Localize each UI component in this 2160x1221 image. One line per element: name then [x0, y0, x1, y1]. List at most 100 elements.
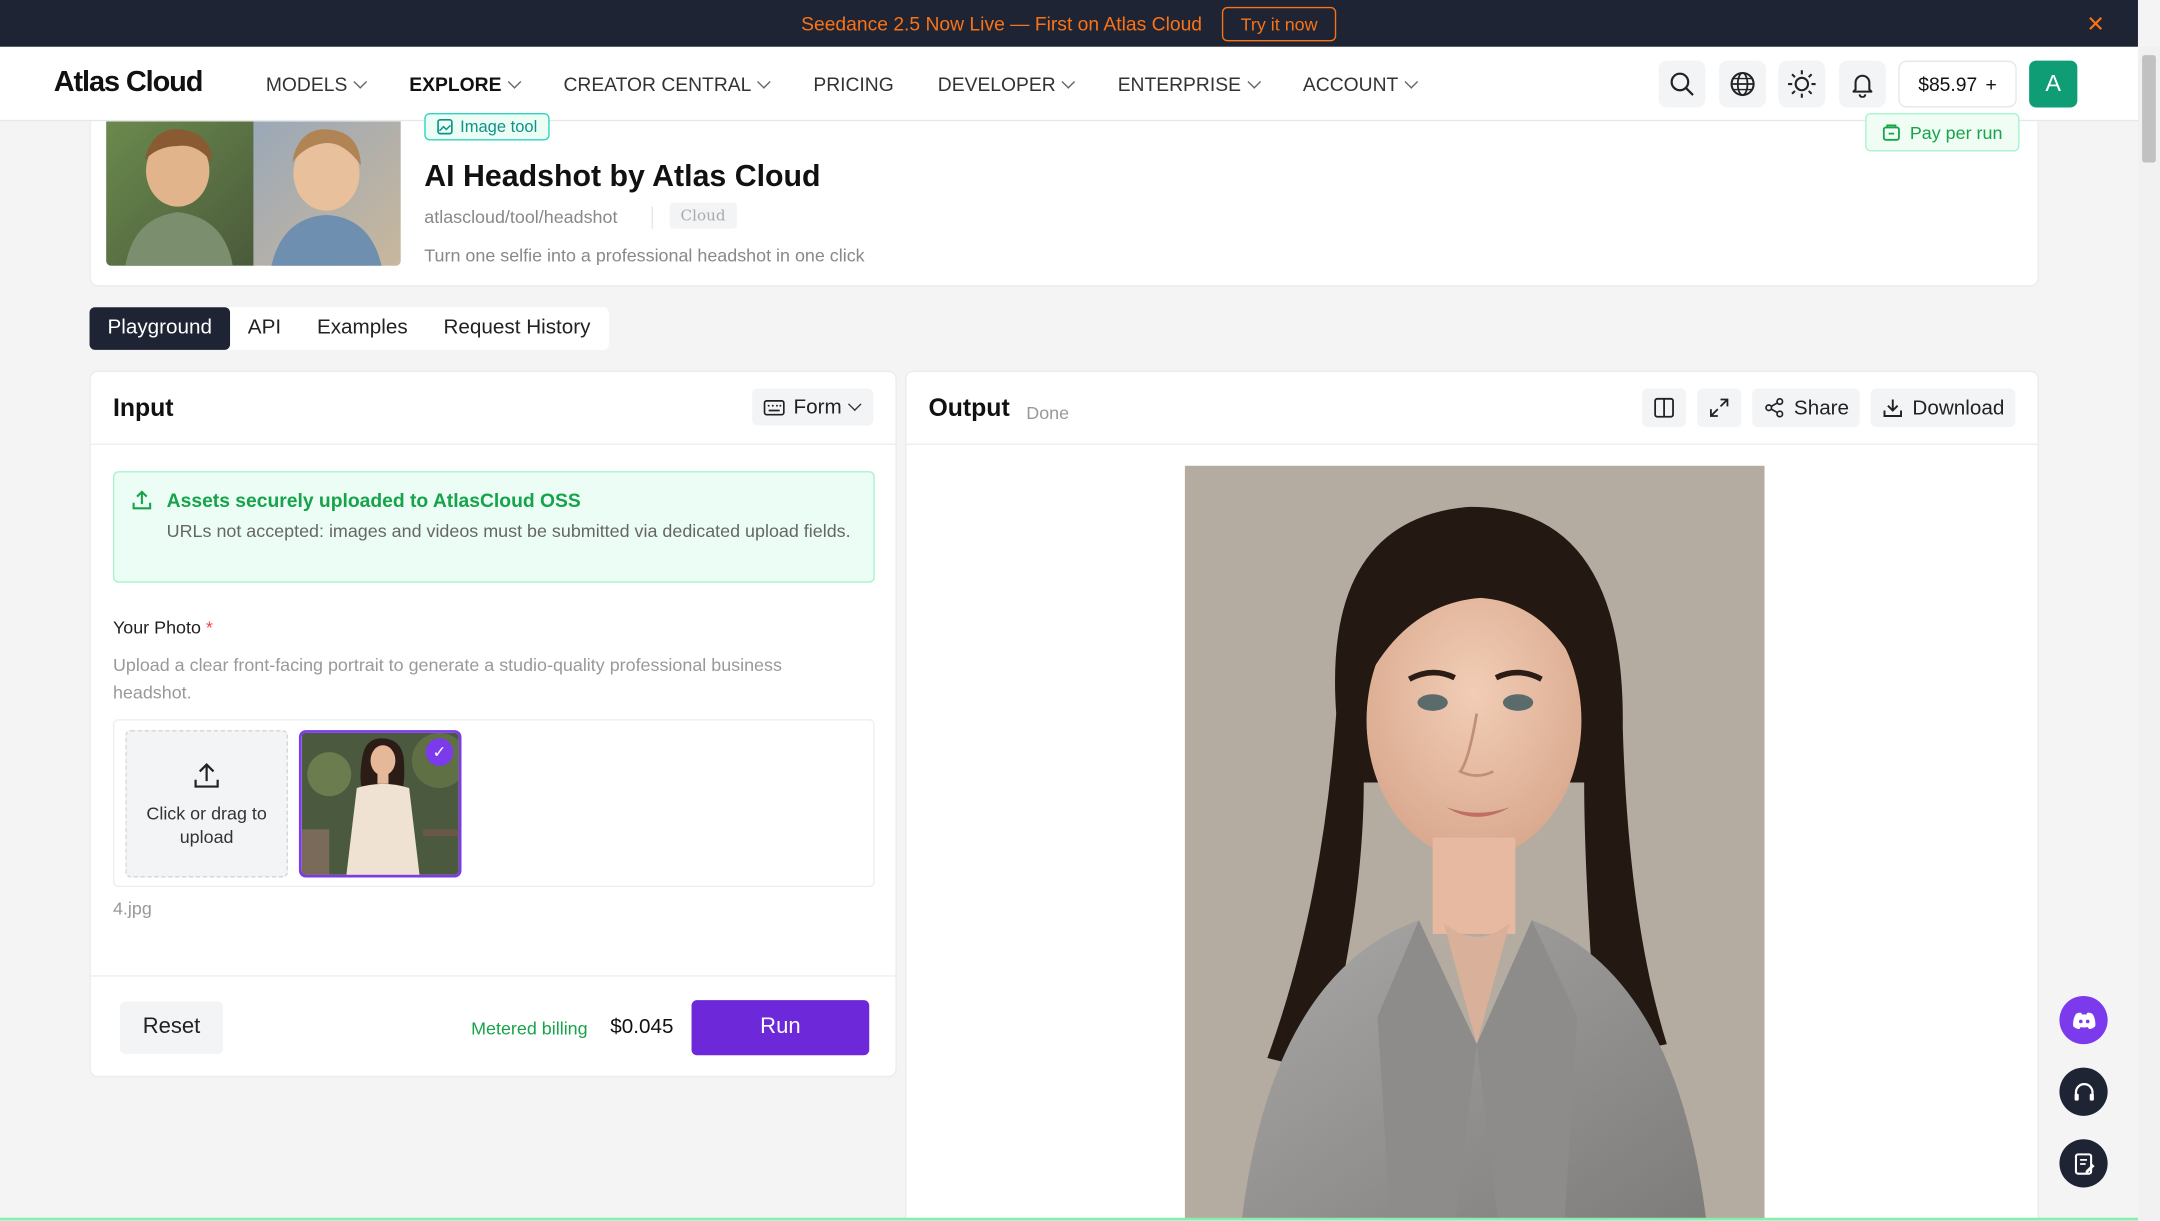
keyboard-icon — [763, 399, 785, 415]
tab-examples[interactable]: Examples — [299, 307, 426, 350]
photo-upload-area: Click or drag to upload ✓ — [112, 719, 875, 888]
logo[interactable]: Atlas Cloud — [54, 66, 204, 99]
download-button[interactable]: Download — [1871, 388, 2016, 428]
model-thumbnail — [106, 121, 401, 266]
input-panel-footer: Reset Metered billing $0.045 Run — [90, 975, 896, 1078]
nav-item-label: DEVELOPER — [937, 73, 1056, 96]
upload-label: Click or drag to upload — [146, 802, 267, 847]
required-mark: * — [205, 617, 213, 638]
output-title: Output — [928, 393, 1010, 422]
selected-check-icon: ✓ — [425, 738, 454, 766]
top-nav: Atlas Cloud MODELS EXPLORE CREATOR CENTR… — [0, 46, 2138, 122]
pay-per-run-label: Pay per run — [1909, 121, 2003, 143]
chevron-down-icon — [1061, 74, 1076, 89]
image-icon — [437, 119, 453, 135]
page-title: AI Headshot by Atlas Cloud — [424, 158, 821, 193]
chevron-down-icon — [1404, 74, 1419, 89]
nav-item-account[interactable]: ACCOUNT — [1302, 73, 1419, 96]
nav-item-label: PRICING — [813, 73, 894, 96]
upload-dropzone[interactable]: Click or drag to upload — [125, 730, 288, 878]
try-it-now-button[interactable]: Try it now — [1221, 6, 1337, 41]
nav-item-enterprise[interactable]: ENTERPRISE — [1117, 73, 1261, 96]
fullscreen-button[interactable] — [1697, 388, 1742, 428]
file-name: 4.jpg — [112, 898, 152, 919]
chevron-down-icon — [507, 74, 522, 89]
photo-help-text: Upload a clear front-facing portrait to … — [112, 654, 782, 703]
nav-item-explore[interactable]: EXPLORE — [409, 73, 522, 96]
model-path[interactable]: atlascloud/tool/headshot — [424, 207, 617, 228]
model-description: Turn one selfie into a professional head… — [424, 245, 865, 266]
output-panel-header: Output Done Share Download — [906, 372, 2038, 445]
share-label: Share — [1793, 396, 1850, 420]
nav-menu: MODELS EXPLORE CREATOR CENTRAL PRICING D… — [266, 47, 1460, 121]
uploaded-photo-thumbnail[interactable]: ✓ — [298, 730, 462, 878]
add-funds-icon: + — [1985, 73, 1997, 96]
tab-playground[interactable]: Playground — [89, 307, 230, 350]
your-photo-label: Your Photo * — [113, 617, 213, 638]
globe-icon[interactable] — [1719, 60, 1767, 108]
headset-icon — [2073, 1082, 2094, 1100]
chevron-down-icon — [353, 74, 368, 89]
input-panel-header: Input Form — [90, 372, 896, 445]
download-icon — [1883, 399, 1903, 417]
upload-icon — [194, 762, 219, 787]
scrollbar[interactable] — [2137, 46, 2160, 1221]
notice-body: URLs not accepted: images and videos mus… — [166, 520, 851, 542]
feedback-button[interactable] — [2059, 1139, 2108, 1188]
output-toolbar: Share Download — [1642, 388, 2016, 428]
page: Seedance 2.5 Now Live — First on Atlas C… — [0, 0, 2160, 1221]
nav-item-label: ENTERPRISE — [1117, 73, 1241, 96]
tab-bar: Playground API Examples Request History — [89, 307, 609, 350]
chevron-down-icon — [847, 397, 862, 412]
nav-item-label: CREATOR CENTRAL — [563, 73, 752, 96]
avatar[interactable]: A — [2029, 60, 2078, 108]
nav-item-label: ACCOUNT — [1302, 73, 1399, 96]
bottom-border — [0, 1217, 2138, 1221]
divider — [651, 206, 653, 229]
scrollbar-thumb[interactable] — [2142, 55, 2156, 163]
bell-icon[interactable] — [1839, 60, 1886, 108]
output-image[interactable] — [1184, 465, 1765, 1221]
pay-per-run-badge: Pay per run — [1865, 112, 2020, 152]
output-status: Done — [1026, 402, 1070, 423]
balance-button[interactable]: $85.97 + — [1898, 60, 2017, 108]
run-button[interactable]: Run — [691, 1000, 870, 1056]
nav-item-label: EXPLORE — [409, 73, 502, 96]
form-label: Form — [793, 395, 842, 419]
nav-item-developer[interactable]: DEVELOPER — [937, 73, 1076, 96]
tab-api[interactable]: API — [230, 307, 299, 350]
download-label: Download — [1912, 396, 2005, 420]
badge-label: Image tool — [460, 117, 538, 137]
input-panel: Input Form Assets securely uploaded to A… — [89, 370, 897, 1078]
chevron-down-icon — [757, 74, 772, 89]
discord-button[interactable] — [2059, 995, 2108, 1045]
wallet-icon — [1883, 124, 1901, 141]
reset-button[interactable]: Reset — [119, 1001, 224, 1054]
form-mode-select[interactable]: Form — [752, 388, 874, 426]
nav-item-models[interactable]: MODELS — [266, 73, 368, 95]
split-view-button[interactable] — [1642, 388, 1687, 428]
metered-billing-label: Metered billing — [471, 1018, 588, 1039]
close-icon[interactable]: ✕ — [2086, 11, 2104, 39]
note-edit-icon — [2074, 1152, 2094, 1175]
upload-notice: Assets securely uploaded to AtlasCloud O… — [112, 471, 875, 583]
field-label: Your Photo — [112, 617, 201, 638]
sun-icon[interactable] — [1778, 60, 1826, 108]
share-button[interactable]: Share — [1752, 388, 1861, 428]
discord-icon — [2072, 1011, 2095, 1029]
columns-icon — [1654, 397, 1675, 418]
search-icon[interactable] — [1658, 60, 1706, 108]
nav-item-creator-central[interactable]: CREATOR CENTRAL — [563, 73, 772, 96]
notice-title: Assets securely uploaded to AtlasCloud O… — [166, 489, 581, 512]
upload-icon — [132, 490, 152, 510]
support-button[interactable] — [2059, 1067, 2108, 1116]
nav-item-pricing[interactable]: PRICING — [813, 73, 893, 95]
tab-request-history[interactable]: Request History — [426, 307, 609, 350]
balance-amount: $85.97 — [1918, 73, 1978, 96]
announcement-bar: Seedance 2.5 Now Live — First on Atlas C… — [0, 0, 2138, 47]
expand-icon — [1710, 398, 1729, 417]
share-icon — [1765, 397, 1784, 418]
chevron-down-icon — [1247, 74, 1261, 89]
model-header-card: Image tool AI Headshot by Atlas Cloud at… — [89, 112, 2039, 287]
input-title: Input — [112, 393, 174, 422]
